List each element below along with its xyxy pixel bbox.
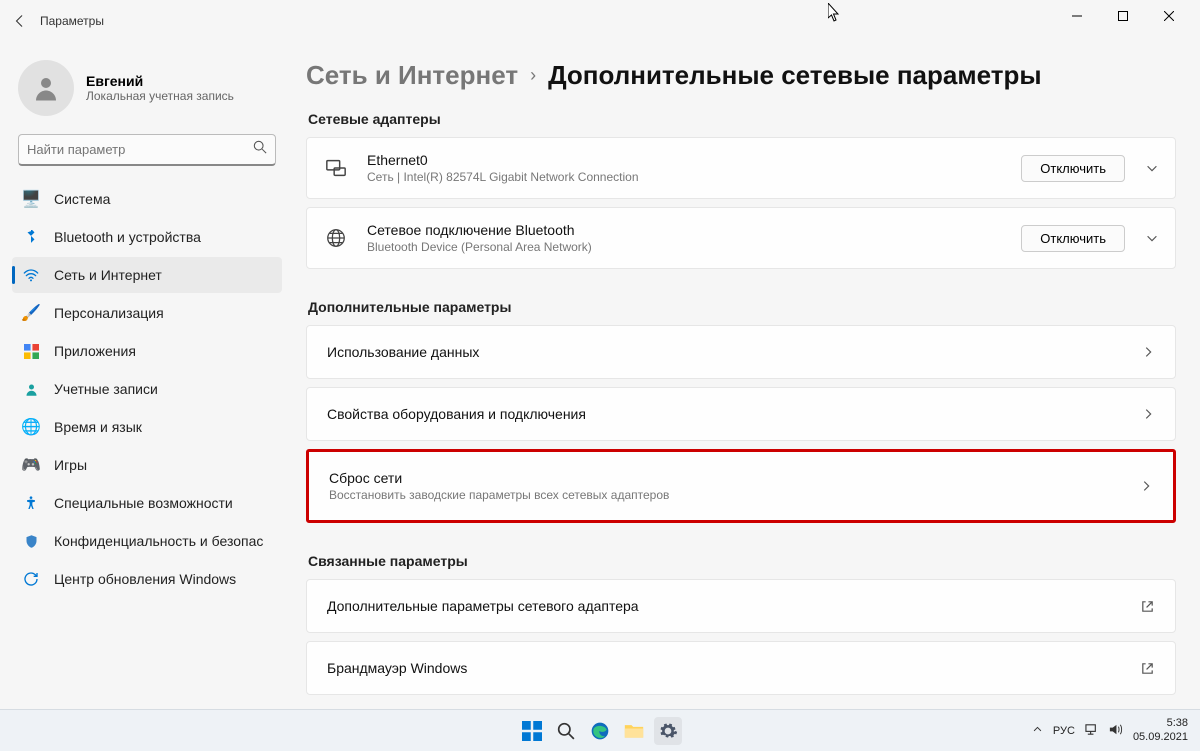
profile-sub: Локальная учетная запись [86,89,234,103]
chevron-down-icon[interactable] [1145,231,1159,245]
window-title: Параметры [40,14,104,28]
sidebar-item-label: Центр обновления Windows [54,571,236,587]
sidebar-item-timelang[interactable]: 🌐 Время и язык [12,409,282,445]
link-title: Сброс сети [329,470,1119,486]
brush-icon: 🖌️ [22,304,40,322]
search-icon [253,140,267,159]
tray-date: 05.09.2021 [1133,731,1188,744]
chevron-down-icon[interactable] [1145,161,1159,175]
taskbar-settings[interactable] [654,717,682,745]
chevron-right-icon [1141,407,1155,421]
link-data-usage[interactable]: Использование данных [306,325,1176,379]
sidebar-item-system[interactable]: 🖥️ Система [12,181,282,217]
adapter-title: Ethernet0 [367,152,1021,168]
tray-clock[interactable]: 5:38 05.09.2021 [1133,717,1188,743]
adapter-ethernet[interactable]: Ethernet0 Сеть | Intel(R) 82574L Gigabit… [306,137,1176,199]
sidebar-item-label: Система [54,191,110,207]
update-icon [22,570,40,588]
sidebar-item-update[interactable]: Центр обновления Windows [12,561,282,597]
sidebar-item-privacy[interactable]: Конфиденциальность и безопас [12,523,282,559]
sidebar-item-accessibility[interactable]: Специальные возможности [12,485,282,521]
sidebar-item-label: Конфиденциальность и безопас [54,533,263,549]
sidebar-item-gaming[interactable]: 🎮 Игры [12,447,282,483]
sidebar-item-label: Специальные возможности [54,495,233,511]
sidebar-item-bluetooth[interactable]: Bluetooth и устройства [12,219,282,255]
disable-button[interactable]: Отключить [1021,155,1125,182]
link-title: Дополнительные параметры сетевого адапте… [327,598,1120,614]
link-network-reset[interactable]: Сброс сети Восстановить заводские параме… [306,449,1176,523]
link-title: Использование данных [327,344,1121,360]
sidebar: Евгений Локальная учетная запись 🖥️ Систе… [0,42,290,709]
apps-icon [22,342,40,360]
breadcrumb-parent[interactable]: Сеть и Интернет [306,60,518,91]
sidebar-item-apps[interactable]: Приложения [12,333,282,369]
search-input[interactable] [27,142,253,157]
adapter-title: Сетевое подключение Bluetooth [367,222,1021,238]
wifi-icon [22,266,40,284]
chevron-right-icon [1141,345,1155,359]
page-title: Дополнительные сетевые параметры [548,60,1041,91]
person-icon [22,380,40,398]
shield-icon [22,532,40,550]
profile-name: Евгений [86,73,234,89]
sidebar-item-label: Игры [54,457,87,473]
titlebar: Параметры [0,0,1200,42]
tray-time: 5:38 [1133,717,1188,730]
link-title: Свойства оборудования и подключения [327,406,1121,422]
sidebar-item-label: Bluetooth и устройства [54,229,201,245]
taskbar: РУС 5:38 05.09.2021 [0,709,1200,751]
chevron-right-icon: › [530,65,536,86]
sidebar-item-accounts[interactable]: Учетные записи [12,371,282,407]
back-button[interactable] [8,9,32,33]
link-hw-props[interactable]: Свойства оборудования и подключения [306,387,1176,441]
sidebar-item-label: Время и язык [54,419,142,435]
link-adapter-options[interactable]: Дополнительные параметры сетевого адапте… [306,579,1176,633]
sidebar-item-label: Приложения [54,343,136,359]
gamepad-icon: 🎮 [22,456,40,474]
section-adapters: Сетевые адаптеры [308,111,1176,127]
taskbar-explorer[interactable] [620,717,648,745]
sidebar-item-personalization[interactable]: 🖌️ Персонализация [12,295,282,331]
taskbar-search[interactable] [552,717,580,745]
sidebar-item-label: Сеть и Интернет [54,267,162,283]
section-related: Связанные параметры [308,553,1176,569]
search-input-wrap[interactable] [18,134,276,166]
sidebar-item-label: Учетные записи [54,381,158,397]
section-additional: Дополнительные параметры [308,299,1176,315]
external-link-icon [1140,661,1155,676]
ethernet-icon [323,155,349,181]
minimize-button[interactable] [1054,0,1100,32]
adapter-sub: Bluetooth Device (Personal Area Network) [367,240,1021,254]
adapter-bluetooth[interactable]: Сетевое подключение Bluetooth Bluetooth … [306,207,1176,269]
link-title: Брандмауэр Windows [327,660,1120,676]
tray-language[interactable]: РУС [1053,725,1075,737]
tray-volume-icon[interactable] [1108,722,1123,740]
close-button[interactable] [1146,0,1192,32]
taskbar-edge[interactable] [586,717,614,745]
sidebar-nav: 🖥️ Система Bluetooth и устройства Сеть и … [12,180,282,598]
tray-network-icon[interactable] [1085,722,1100,740]
breadcrumb: Сеть и Интернет › Дополнительные сетевые… [306,60,1176,91]
disable-button[interactable]: Отключить [1021,225,1125,252]
sidebar-item-label: Персонализация [54,305,164,321]
main-content: Сеть и Интернет › Дополнительные сетевые… [290,42,1200,709]
link-firewall[interactable]: Брандмауэр Windows [306,641,1176,695]
external-link-icon [1140,599,1155,614]
bluetooth-icon [22,228,40,246]
globe-clock-icon: 🌐 [22,418,40,436]
avatar [18,60,74,116]
maximize-button[interactable] [1100,0,1146,32]
accessibility-icon [22,494,40,512]
display-icon: 🖥️ [22,190,40,208]
globe-icon [323,225,349,251]
adapter-sub: Сеть | Intel(R) 82574L Gigabit Network C… [367,170,1021,184]
tray-chevron-icon[interactable] [1032,724,1043,738]
link-sub: Восстановить заводские параметры всех се… [329,488,1119,502]
sidebar-item-network[interactable]: Сеть и Интернет [12,257,282,293]
chevron-right-icon [1139,479,1153,493]
profile-block[interactable]: Евгений Локальная учетная запись [12,52,282,132]
start-button[interactable] [518,717,546,745]
